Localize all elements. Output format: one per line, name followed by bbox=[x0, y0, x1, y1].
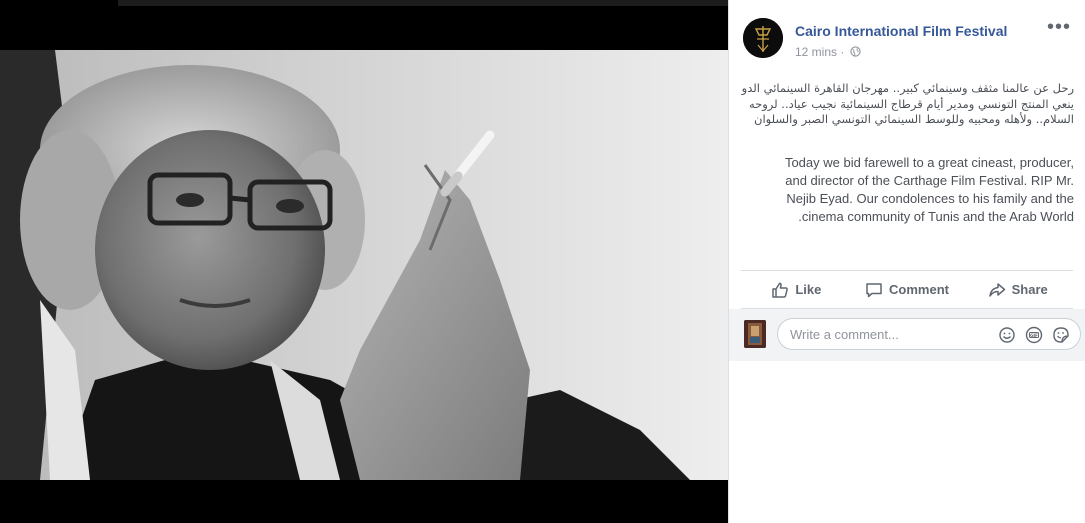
photo-image bbox=[0, 50, 728, 480]
post-header: Cairo International Film Festival 12 min… bbox=[743, 17, 1075, 66]
post-actions: Like Comment Share bbox=[741, 271, 1073, 308]
comment-composer: GIF bbox=[729, 309, 1085, 361]
share-label: Share bbox=[1011, 282, 1048, 297]
comment-button[interactable]: Comment bbox=[852, 271, 963, 308]
post-meta: 12 mins · bbox=[795, 45, 861, 59]
english-line: Nejib Eyad. Our condolences to his famil… bbox=[786, 191, 1074, 206]
top-strip bbox=[118, 0, 728, 6]
arabic-line: ينعي المنتج التونسي ومدير أيام قرطاج الس… bbox=[748, 96, 1074, 111]
like-button[interactable]: Like bbox=[741, 271, 852, 308]
page-name-link[interactable]: Cairo International Film Festival bbox=[795, 23, 1007, 39]
english-line: and director of the Carthage Film Festiv… bbox=[785, 173, 1074, 188]
share-button[interactable]: Share bbox=[962, 271, 1073, 308]
more-options-icon[interactable]: ••• bbox=[1047, 17, 1071, 38]
festival-logo-icon bbox=[743, 18, 783, 58]
meta-separator: · bbox=[840, 45, 845, 59]
svg-text:GIF: GIF bbox=[1030, 333, 1038, 338]
like-label: Like bbox=[795, 282, 822, 297]
comment-input[interactable] bbox=[790, 325, 980, 343]
arabic-line: السلام.. ولأهله ومحبيه وللوسط السينمائي … bbox=[754, 112, 1074, 126]
photo-viewer bbox=[0, 0, 728, 523]
post-text-english: Today we bid farewell to a great cineast… bbox=[743, 154, 1074, 226]
gif-icon[interactable]: GIF bbox=[1025, 326, 1043, 344]
arabic-line: رحل عن عالمنا مثقف وسينمائي كبير.. مهرجا… bbox=[741, 81, 1074, 95]
post-panel: Cairo International Film Festival 12 min… bbox=[728, 0, 1085, 523]
thumbs-up-icon bbox=[772, 282, 789, 298]
english-line: Today we bid farewell to a great cineast… bbox=[784, 155, 1074, 170]
post-timestamp[interactable]: 12 mins bbox=[795, 45, 837, 59]
speech-bubble-icon bbox=[866, 282, 882, 297]
comment-label: Comment bbox=[889, 282, 949, 297]
english-line: .cinema community of Tunis and the Arab … bbox=[798, 209, 1074, 224]
share-arrow-icon bbox=[988, 282, 1005, 297]
page-avatar[interactable] bbox=[743, 18, 783, 58]
comment-box: GIF bbox=[777, 318, 1081, 350]
sticker-icon[interactable] bbox=[1052, 326, 1070, 344]
post-photo[interactable] bbox=[0, 50, 728, 480]
comment-tools: GIF bbox=[998, 326, 1070, 344]
smiley-icon[interactable] bbox=[998, 326, 1016, 344]
post-text-arabic: رحل عن عالمنا مثقف وسينمائي كبير.. مهرجا… bbox=[741, 81, 1074, 128]
user-avatar[interactable] bbox=[744, 320, 766, 348]
globe-icon[interactable] bbox=[850, 46, 861, 57]
